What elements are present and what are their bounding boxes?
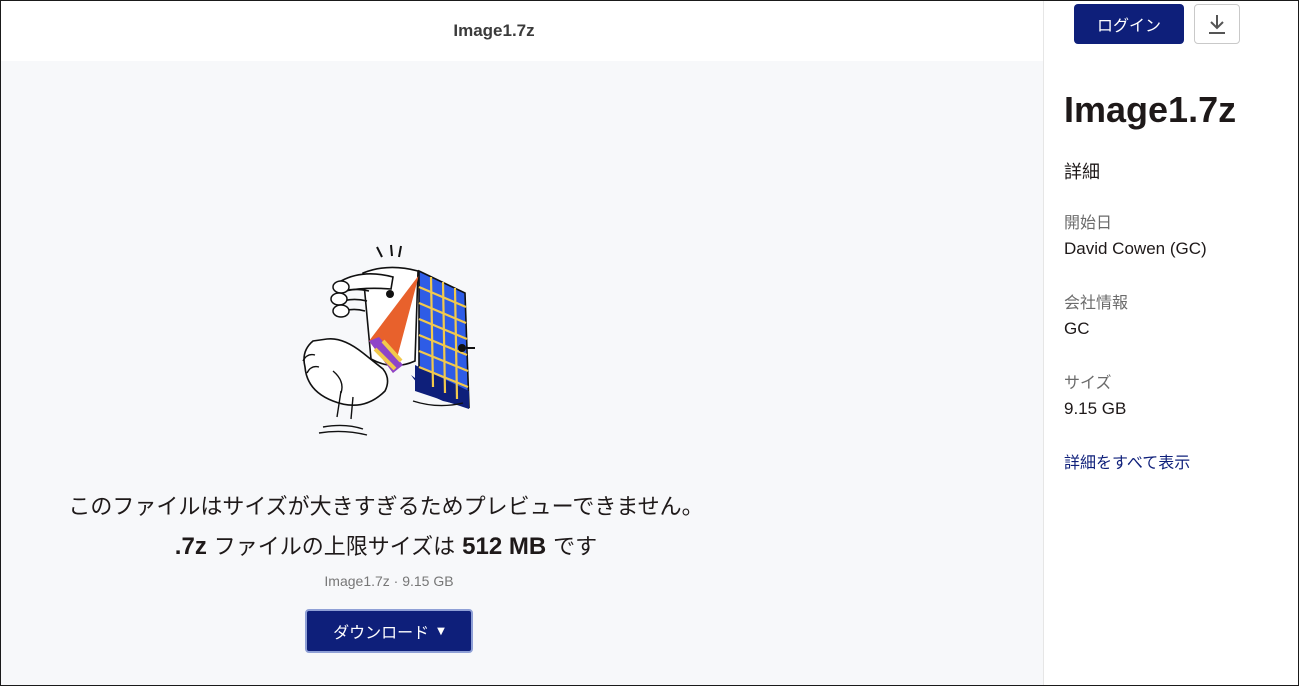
meta-label-size: サイズ	[1064, 373, 1112, 392]
meta-value-size: 9.15 GB	[1064, 399, 1127, 418]
file-title: Image1.7z	[453, 21, 535, 40]
details-sidebar: ログイン Image1.7z 詳細 開始日 David Cowen (GC) 会…	[1043, 1, 1298, 685]
login-button[interactable]: ログイン	[1074, 4, 1184, 44]
sidebar-file-title: Image1.7z	[1064, 89, 1237, 130]
file-too-large-illustration	[302, 244, 475, 436]
meta-value-company: GC	[1064, 319, 1090, 338]
app-window: Image1.7z このファイルはサイズが大きすぎるためプレビューできません。 …	[0, 0, 1299, 686]
download-icon-button[interactable]	[1194, 4, 1240, 44]
meta-label-started: 開始日	[1064, 213, 1113, 232]
download-button-label: ダウンロード	[333, 623, 430, 642]
download-button[interactable]: ダウンロード ▼	[305, 609, 473, 653]
meta-label-company: 会社情報	[1064, 293, 1129, 312]
preview-unavailable-message: このファイルはサイズが大きすぎるためプレビューできません。	[68, 495, 704, 520]
download-icon	[1209, 15, 1225, 34]
preview-pane: Image1.7z このファイルはサイズが大きすぎるためプレビューできません。 …	[1, 1, 1043, 685]
meta-value-started: David Cowen (GC)	[1064, 239, 1207, 258]
size-limit-text: ファイルの上限サイズは	[206, 535, 463, 560]
size-limit-suffix: です	[546, 535, 598, 560]
size-limit-value: 512 MB	[462, 533, 547, 560]
file-info: Image1.7z · 9.15 GB	[324, 573, 454, 589]
size-limit-message: .7z ファイルの上限サイズは 512 MB です	[1, 529, 771, 561]
chevron-down-icon: ▼	[437, 625, 445, 637]
file-extension: .7z	[174, 533, 207, 560]
preview-header: Image1.7z	[1, 1, 1043, 61]
details-heading: 詳細	[1064, 162, 1100, 183]
show-all-details-link[interactable]: 詳細をすべて表示	[1064, 449, 1190, 473]
